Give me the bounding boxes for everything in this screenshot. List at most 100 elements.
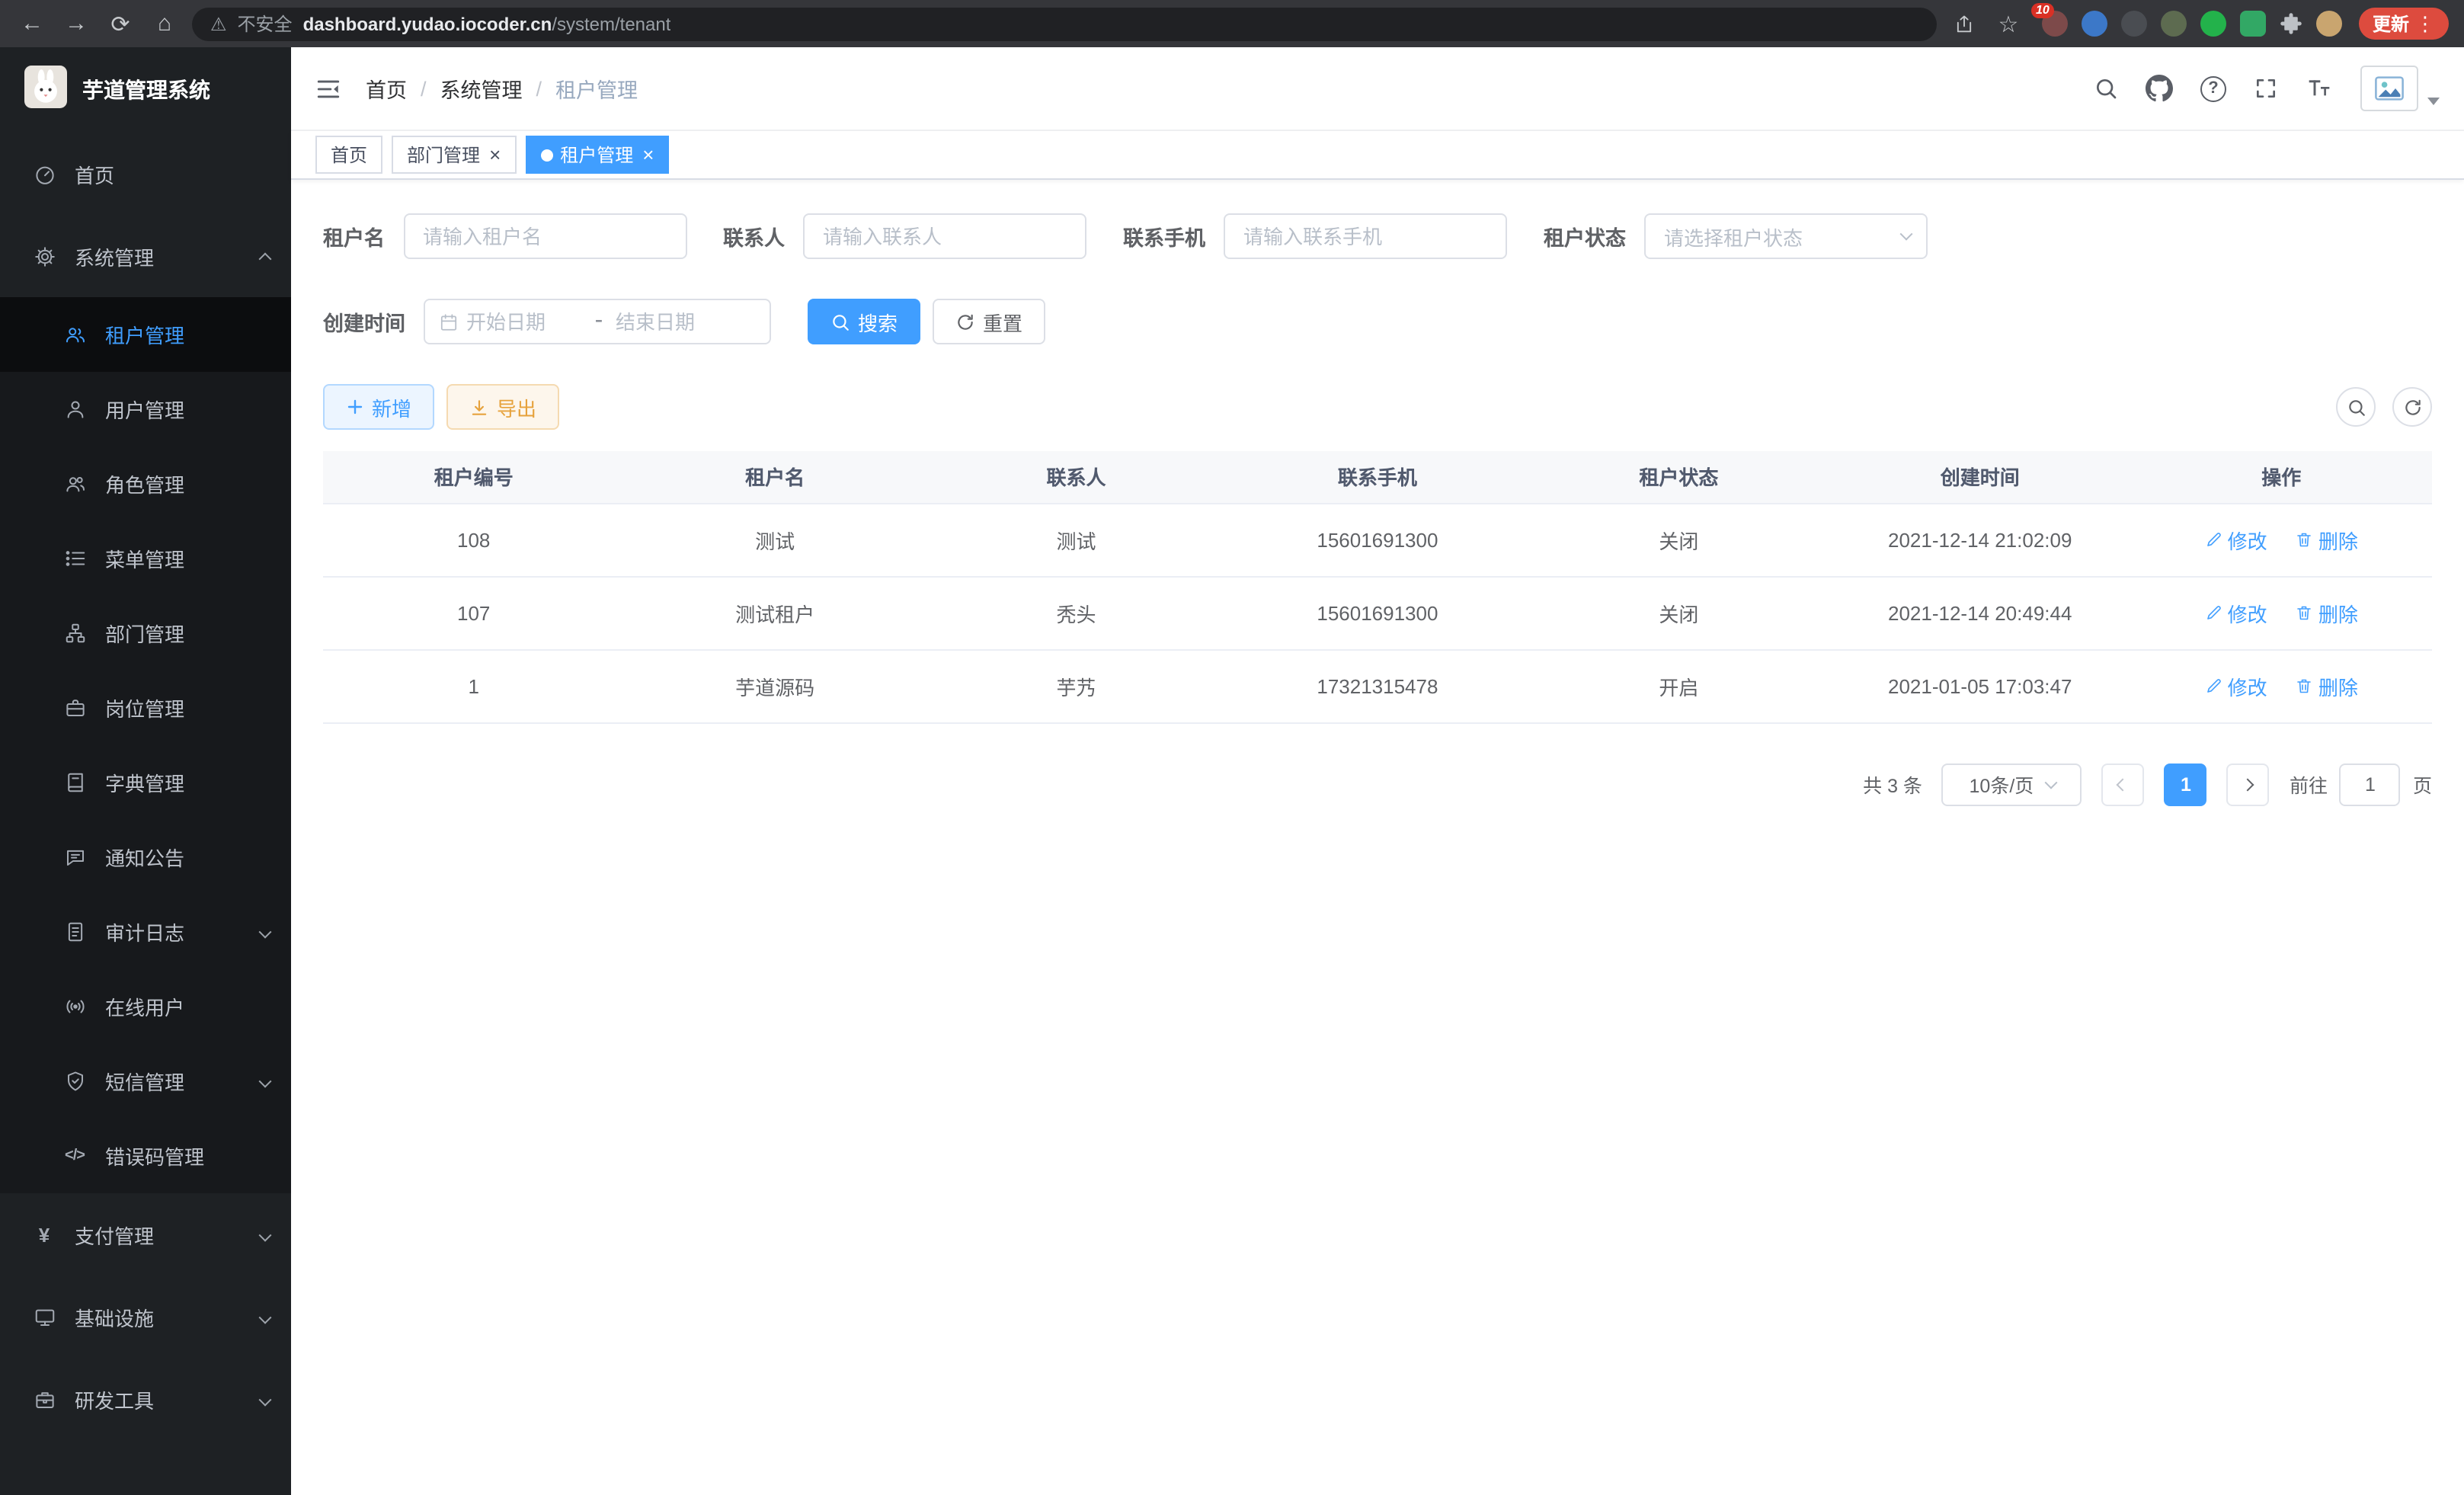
sidebar-item-user[interactable]: 用户管理 <box>0 372 291 447</box>
roles-icon <box>61 472 88 495</box>
avatar <box>2360 66 2418 111</box>
browser-back-icon[interactable]: ← <box>15 7 49 40</box>
app-logo <box>24 65 67 115</box>
chevron-down-icon <box>2044 776 2057 789</box>
sidebar-toggle-icon[interactable] <box>315 75 341 101</box>
page-size-select[interactable]: 10条/页 <box>1942 763 2082 805</box>
browser-forward-icon[interactable]: → <box>59 7 93 40</box>
sidebar-item-tenant[interactable]: 租户管理 <box>0 297 291 372</box>
edit-link[interactable]: 修改 <box>2205 525 2267 554</box>
bookmark-star-icon[interactable]: ☆ <box>1992 7 2025 40</box>
edit-link[interactable]: 修改 <box>2205 598 2267 627</box>
table-row: 107 测试租户 秃头 15601691300 关闭 2021-12-14 20… <box>323 576 2432 649</box>
cell-operations: 修改 删除 <box>2130 649 2432 722</box>
tenant-name-input[interactable] <box>403 213 686 259</box>
filter-tenant-name: 租户名 <box>323 213 686 259</box>
browser-profile-avatar[interactable] <box>2316 11 2342 37</box>
breadcrumb-separator: / <box>536 77 542 100</box>
contact-input[interactable] <box>803 213 1086 259</box>
address-bar[interactable]: ⚠ 不安全 dashboard.yudao.iocoder.cn/system/… <box>192 7 1937 40</box>
signal-icon <box>61 995 88 1018</box>
cell-phone: 15601691300 <box>1227 503 1528 576</box>
sidebar-item-dept[interactable]: 部门管理 <box>0 596 291 671</box>
sidebar-item-home[interactable]: 首页 <box>0 133 291 215</box>
font-size-icon[interactable] <box>2306 76 2333 101</box>
breadcrumb-current: 租户管理 <box>555 73 638 104</box>
sidebar-item-menu[interactable]: 菜单管理 <box>0 521 291 596</box>
caret-down-icon <box>2427 98 2440 105</box>
sidebar-item-post[interactable]: 岗位管理 <box>0 671 291 745</box>
filter-label: 创建时间 <box>323 306 405 337</box>
fullscreen-icon[interactable] <box>2254 76 2278 101</box>
goto-page-input[interactable] <box>2340 763 2401 805</box>
delete-link[interactable]: 删除 <box>2296 598 2358 627</box>
delete-link[interactable]: 删除 <box>2296 525 2358 554</box>
browser-update-button[interactable]: 更新 ⋮ <box>2359 8 2449 40</box>
extension-icon[interactable] <box>2161 11 2187 37</box>
delete-link[interactable]: 删除 <box>2296 671 2358 700</box>
page-number-current[interactable]: 1 <box>2165 763 2207 805</box>
app-logo-row: 芋道管理系统 <box>0 47 291 133</box>
sidebar-item-online-users[interactable]: 在线用户 <box>0 969 291 1044</box>
browser-home-icon[interactable]: ⌂ <box>148 7 181 40</box>
close-icon[interactable]: × <box>642 145 654 165</box>
sidebar-item-notice[interactable]: 通知公告 <box>0 820 291 895</box>
edit-link[interactable]: 修改 <box>2205 671 2267 700</box>
phone-input[interactable] <box>1224 213 1507 259</box>
sidebar-item-devtools[interactable]: 研发工具 <box>0 1358 291 1440</box>
chevron-down-icon <box>261 1070 270 1093</box>
sidebar-item-role[interactable]: 角色管理 <box>0 447 291 521</box>
extension-icon[interactable] <box>2200 11 2226 37</box>
extension-icon[interactable] <box>2121 11 2147 37</box>
breadcrumb-system[interactable]: 系统管理 <box>440 73 523 104</box>
sidebar-item-audit-log[interactable]: 审计日志 <box>0 895 291 969</box>
filter-row-1: 租户名 联系人 联系手机 租户状态 请选择租户状态 <box>323 213 2432 259</box>
end-date-input[interactable] <box>616 310 731 333</box>
sidebar-item-payment[interactable]: ¥ 支付管理 <box>0 1193 291 1276</box>
extension-icon[interactable] <box>2082 11 2107 37</box>
search-button[interactable]: 搜索 <box>808 299 920 344</box>
cell-tenant-name: 测试租户 <box>624 576 925 649</box>
cell-created: 2021-01-05 17:03:47 <box>1829 649 2130 722</box>
extensions-puzzle-icon[interactable] <box>2280 12 2302 35</box>
extension-icon[interactable]: 10 <box>2042 11 2068 37</box>
sidebar-item-dict[interactable]: 字典管理 <box>0 745 291 820</box>
table-toolbar: 新增 导出 <box>323 384 2432 430</box>
sidebar-item-system[interactable]: 系统管理 <box>0 215 291 297</box>
chevron-right-icon <box>2242 778 2254 791</box>
browser-reload-icon[interactable]: ⟳ <box>104 7 137 40</box>
cell-phone: 15601691300 <box>1227 576 1528 649</box>
export-button[interactable]: 导出 <box>446 384 559 430</box>
yen-icon: ¥ <box>30 1223 58 1246</box>
browser-menu-icon[interactable]: ⋮ <box>2415 11 2435 36</box>
status-select[interactable]: 请选择租户状态 <box>1644 213 1928 259</box>
start-date-input[interactable] <box>466 310 582 333</box>
user-avatar-menu[interactable] <box>2360 66 2440 111</box>
reset-button[interactable]: 重置 <box>933 299 1045 344</box>
help-icon[interactable]: ? <box>2200 75 2226 101</box>
header-search-icon[interactable] <box>2094 76 2118 101</box>
sidebar-item-infra[interactable]: 基础设施 <box>0 1276 291 1358</box>
toggle-search-button[interactable] <box>2336 387 2376 427</box>
cell-contact: 测试 <box>926 503 1227 576</box>
tab-tenant[interactable]: 租户管理 × <box>525 136 669 174</box>
add-button[interactable]: 新增 <box>323 384 434 430</box>
tab-home[interactable]: 首页 <box>315 136 382 174</box>
github-icon[interactable] <box>2146 75 2173 102</box>
not-secure-warning-icon: ⚠ <box>210 13 227 34</box>
prev-page-button[interactable] <box>2102 763 2145 805</box>
sidebar-item-sms[interactable]: 短信管理 <box>0 1044 291 1119</box>
next-page-button[interactable] <box>2227 763 2270 805</box>
refresh-button[interactable] <box>2392 387 2432 427</box>
add-button-label: 新增 <box>372 392 411 421</box>
breadcrumb-home[interactable]: 首页 <box>366 73 407 104</box>
sidebar-item-error-code[interactable]: </> 错误码管理 <box>0 1119 291 1193</box>
close-icon[interactable]: × <box>489 145 501 165</box>
tab-dept[interactable]: 部门管理 × <box>392 136 516 174</box>
sidebar-item-label: 角色管理 <box>105 469 184 498</box>
sidebar-item-label: 审计日志 <box>105 917 184 946</box>
date-range-picker[interactable]: - <box>424 299 771 344</box>
extension-icon[interactable] <box>2240 11 2266 37</box>
sidebar-item-label: 研发工具 <box>75 1385 154 1413</box>
share-icon[interactable] <box>1947 7 1981 40</box>
